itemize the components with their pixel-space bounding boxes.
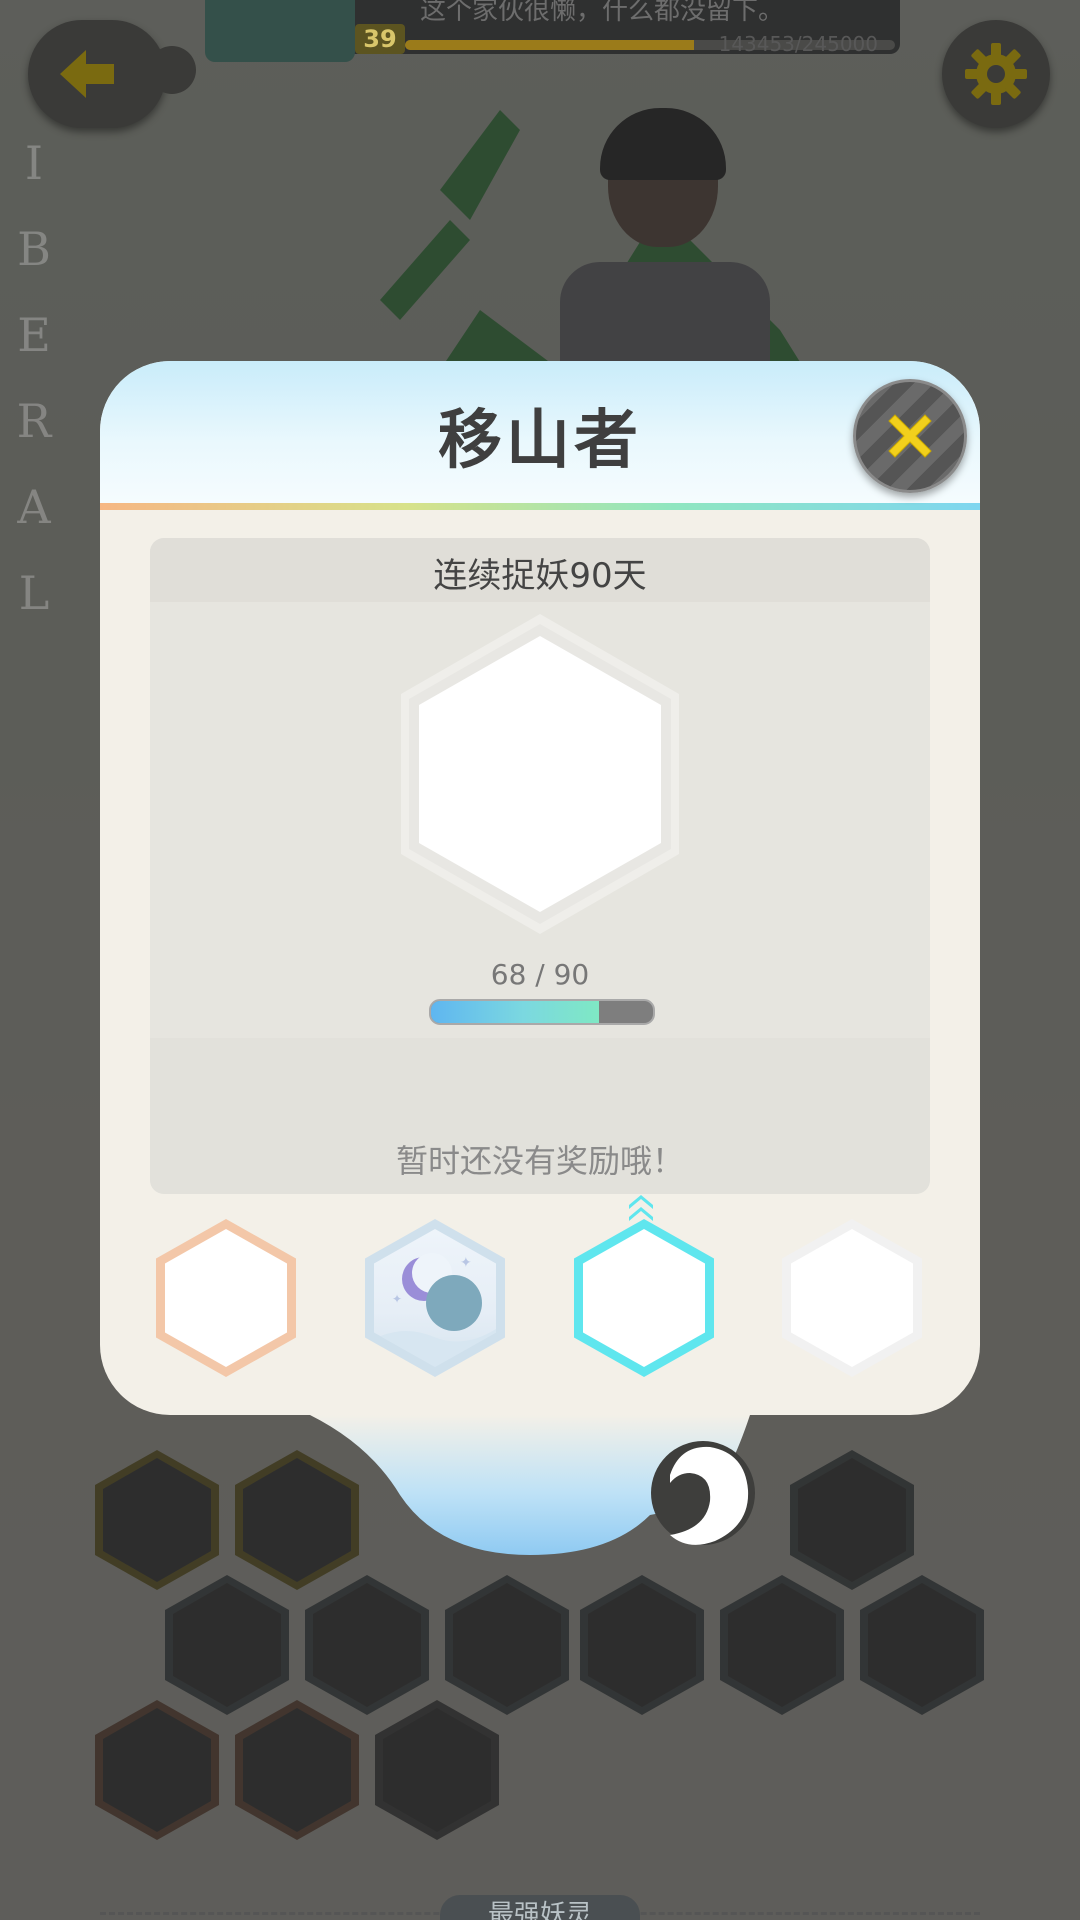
settings-button[interactable] <box>942 20 1050 128</box>
header-divider <box>100 503 980 510</box>
player-level: 39 <box>355 24 405 54</box>
up-chevron-icon <box>629 1195 653 1221</box>
progress-bar-fill <box>431 1001 599 1023</box>
moon-icon: ✦ ✦ <box>374 1253 496 1367</box>
achievement-modal: 移山者 连续捉妖90天 68 / 90 暂时还没有奖励哦！ ✦ ✦ <box>100 361 980 1415</box>
tier-moon-button[interactable]: ✦ ✦ <box>365 1219 505 1377</box>
vertical-label: I B E R A L <box>16 136 52 620</box>
svg-text:✦: ✦ <box>392 1292 402 1306</box>
close-x-icon <box>888 414 932 458</box>
tier-white-button[interactable] <box>782 1219 922 1377</box>
exp-text: 143453/245000 <box>718 32 878 56</box>
player-signature: 这个家伙很懒，什么都没留下。 <box>420 0 785 26</box>
player-portrait <box>205 0 355 62</box>
back-button[interactable] <box>28 20 196 128</box>
svg-text:✦: ✦ <box>460 1255 472 1271</box>
gear-icon <box>965 43 1027 105</box>
achievement-detail-panel: 连续捉妖90天 68 / 90 暂时还没有奖励哦！ <box>150 538 930 1194</box>
close-button[interactable] <box>853 379 967 493</box>
progress-bar <box>429 999 655 1025</box>
tab-strongest[interactable]: 最强妖灵 <box>440 1895 640 1920</box>
modal-title: 移山者 <box>438 404 642 478</box>
player-info-bar: 这个家伙很懒，什么都没留下。 39 143453/245000 <box>205 0 900 62</box>
progress-text: 68 / 90 <box>490 958 590 991</box>
reward-text: 暂时还没有奖励哦！ <box>395 1142 684 1180</box>
tier-bronze-button[interactable] <box>156 1219 296 1377</box>
tier-cyan-button[interactable] <box>574 1219 714 1377</box>
achievement-condition: 连续捉妖90天 <box>433 556 647 596</box>
back-arrow-icon <box>60 50 114 98</box>
speech-tail-swirl <box>310 1415 755 1555</box>
